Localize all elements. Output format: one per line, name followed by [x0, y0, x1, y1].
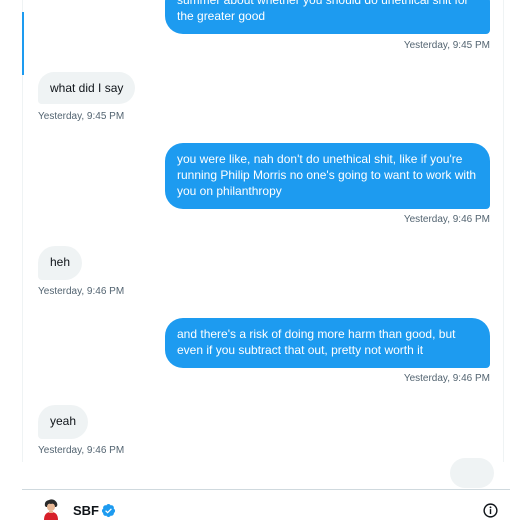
message-sent[interactable]: you were like, nah don't do unethical sh…: [165, 143, 490, 209]
message-timestamp: Yesterday, 9:46 PM: [38, 286, 125, 297]
conversation-thread: summer about whether you should do uneth…: [22, 0, 504, 462]
message-timestamp: Yesterday, 9:45 PM: [38, 111, 125, 122]
message-timestamp: Yesterday, 9:45 PM: [403, 40, 490, 51]
message-received[interactable]: what did I say: [38, 72, 136, 104]
conversation-header[interactable]: SBF: [22, 490, 510, 520]
message-received[interactable]: yeah: [38, 405, 89, 439]
person-avatar-icon[interactable]: [40, 498, 62, 520]
partial-message-bubble: [450, 458, 494, 488]
message-timestamp: Yesterday, 9:46 PM: [403, 214, 490, 225]
message-bubble: yeah: [38, 405, 89, 439]
contact-name[interactable]: SBF: [73, 503, 99, 518]
message-bubble: summer about whether you should do uneth…: [165, 0, 490, 34]
message-bubble: you were like, nah don't do unethical sh…: [165, 143, 490, 209]
message-received[interactable]: heh: [38, 246, 83, 280]
message-timestamp: Yesterday, 9:46 PM: [38, 445, 125, 456]
scroll-indicator: [22, 12, 24, 75]
info-icon[interactable]: [482, 502, 499, 519]
message-bubble: and there's a risk of doing more harm th…: [165, 318, 490, 368]
message-timestamp: Yesterday, 9:46 PM: [403, 373, 490, 384]
message-bubble: what did I say: [38, 72, 136, 104]
verified-badge-icon: [101, 503, 116, 518]
message-sent[interactable]: summer about whether you should do uneth…: [165, 0, 490, 34]
message-sent[interactable]: and there's a risk of doing more harm th…: [165, 318, 490, 368]
message-bubble: heh: [38, 246, 83, 280]
